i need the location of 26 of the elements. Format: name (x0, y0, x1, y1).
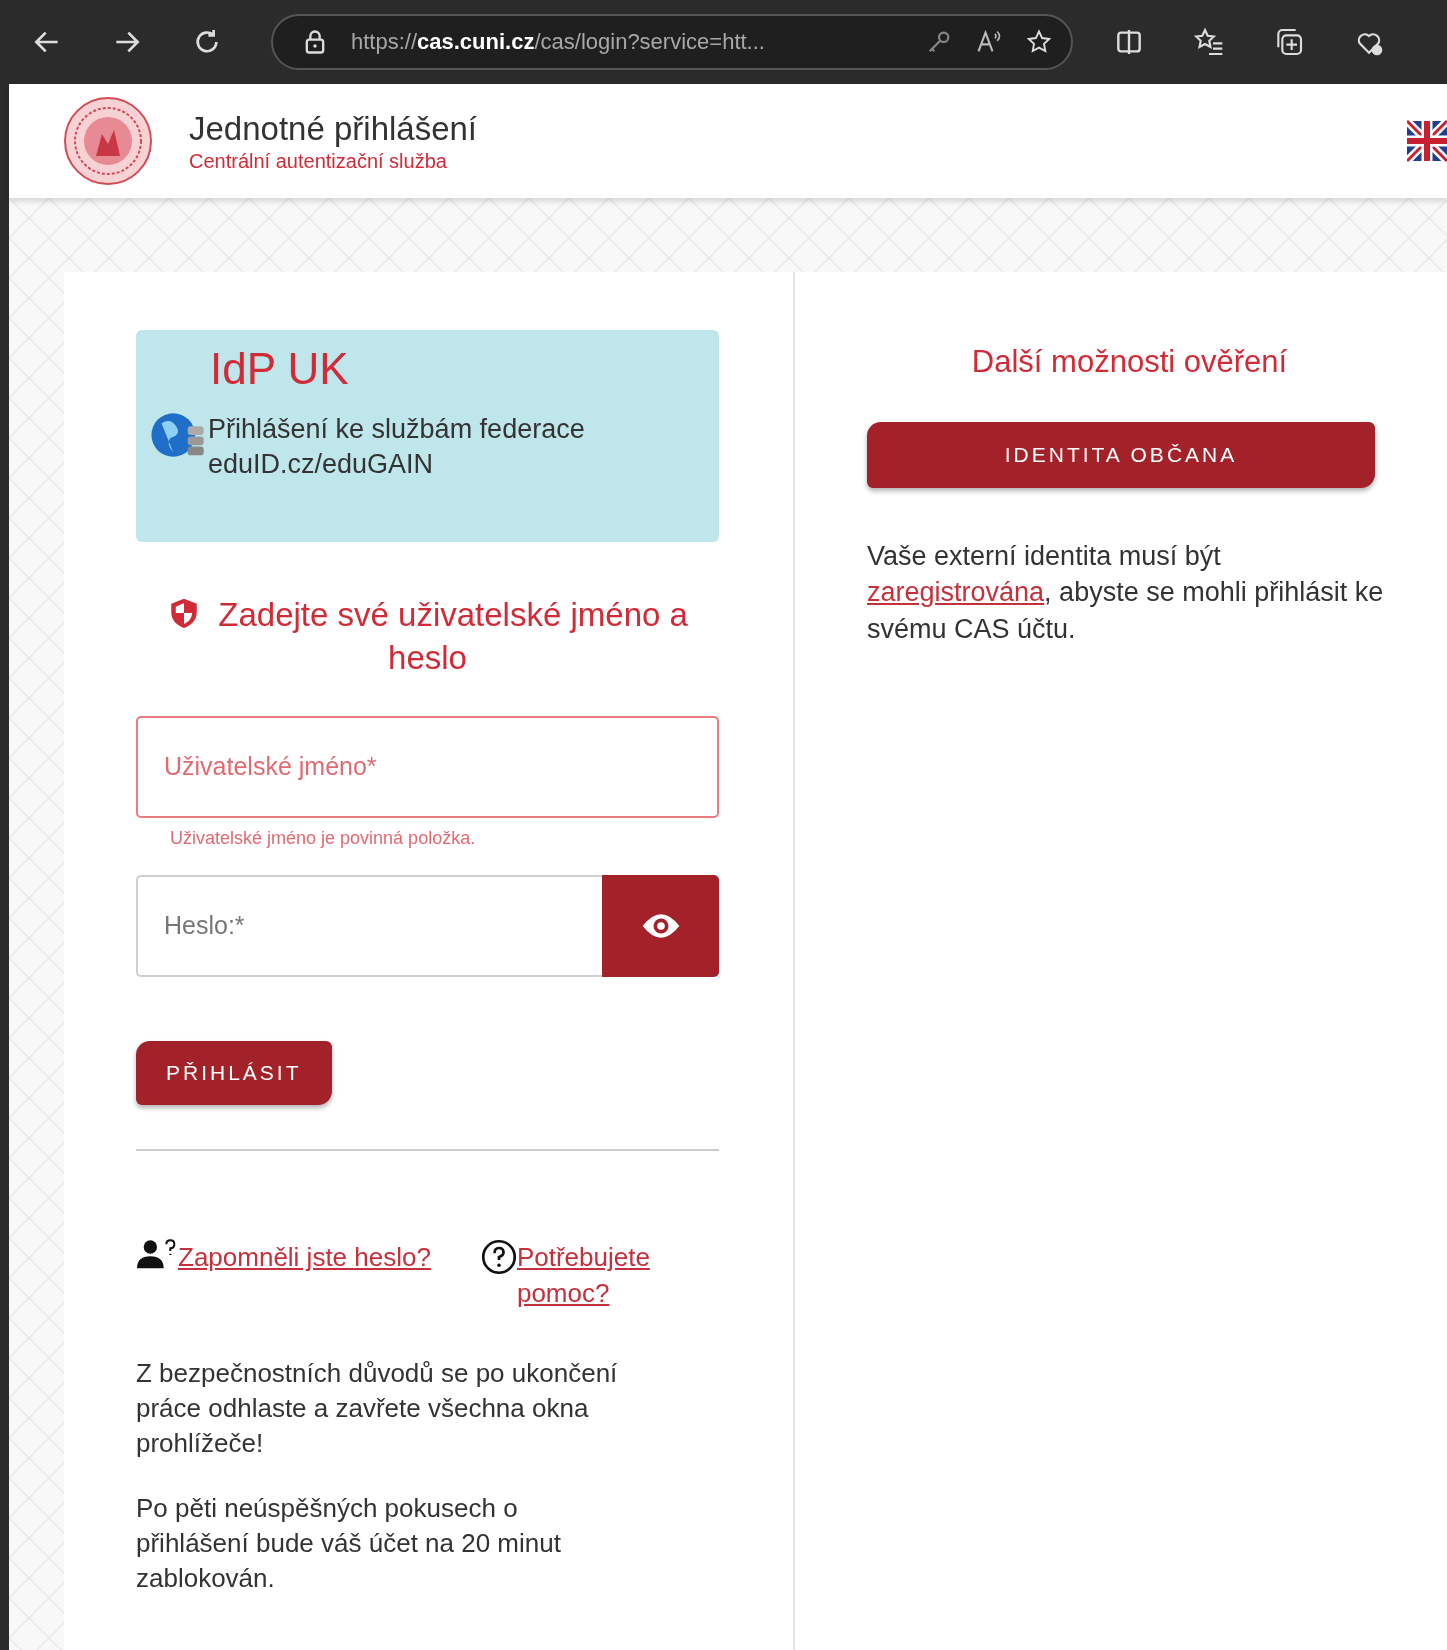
star-icon[interactable] (1025, 28, 1053, 56)
error-message: Uživatelské jméno je povinná položka. (170, 827, 477, 849)
login-button[interactable]: PŘIHLÁSIT (136, 1040, 332, 1105)
notice-text: Po pěti neúspěšných pokusech o přihlášení bude váš účet na 20 minut zablokován. (136, 1491, 562, 1596)
url-text: https://cas.cuni.cz/cas/login?service=htt... (351, 29, 766, 55)
password-field[interactable]: Heslo:* (136, 874, 602, 977)
idp-description: Přihlášení ke službám federace eduID.cz/eduGAIN (208, 413, 586, 482)
login-heading-text: Zadejte své uživatelské jméno a heslo (218, 596, 688, 676)
help-link[interactable]: Potřebujete pomoc? (516, 1238, 717, 1312)
user-question-icon (136, 1238, 178, 1271)
site-subtitle: Centrální autentizační služba (189, 149, 448, 173)
idp-panel[interactable]: IdP UK Přihlášení ke službám federace eduID.cz/eduGAIN (136, 330, 719, 542)
help-link[interactable]: Zapomněli jste heslo? (178, 1238, 431, 1276)
idp-title: IdP UK (210, 344, 350, 394)
username-field[interactable]: Uživatelské jméno* (136, 715, 719, 818)
notice-text: Z bezpečnostních důvodů se po ukončení práce odhlaste a zavřete všechna okna prohlížeče! (136, 1356, 619, 1460)
register-link[interactable]: zaregistrována (867, 577, 1045, 608)
uk-flag-icon[interactable] (1407, 118, 1447, 164)
citizen-identity-button[interactable]: IDENTITA OBČANA (867, 422, 1375, 488)
favorites-icon[interactable] (1193, 26, 1225, 58)
show-password-button[interactable] (602, 874, 719, 977)
registration-note: Vaše externí identita musí být zaregistrována, abyste se mohli přihlásit ke svému CAS účtu. (867, 540, 1385, 646)
section-heading: Další možnosti ověření (970, 344, 1289, 380)
help-icon (480, 1238, 517, 1275)
address-bar[interactable]: https://cas.cuni.cz/cas/login?service=htt... (271, 14, 1073, 70)
site-title: Jednotné přihlášení (189, 109, 478, 148)
